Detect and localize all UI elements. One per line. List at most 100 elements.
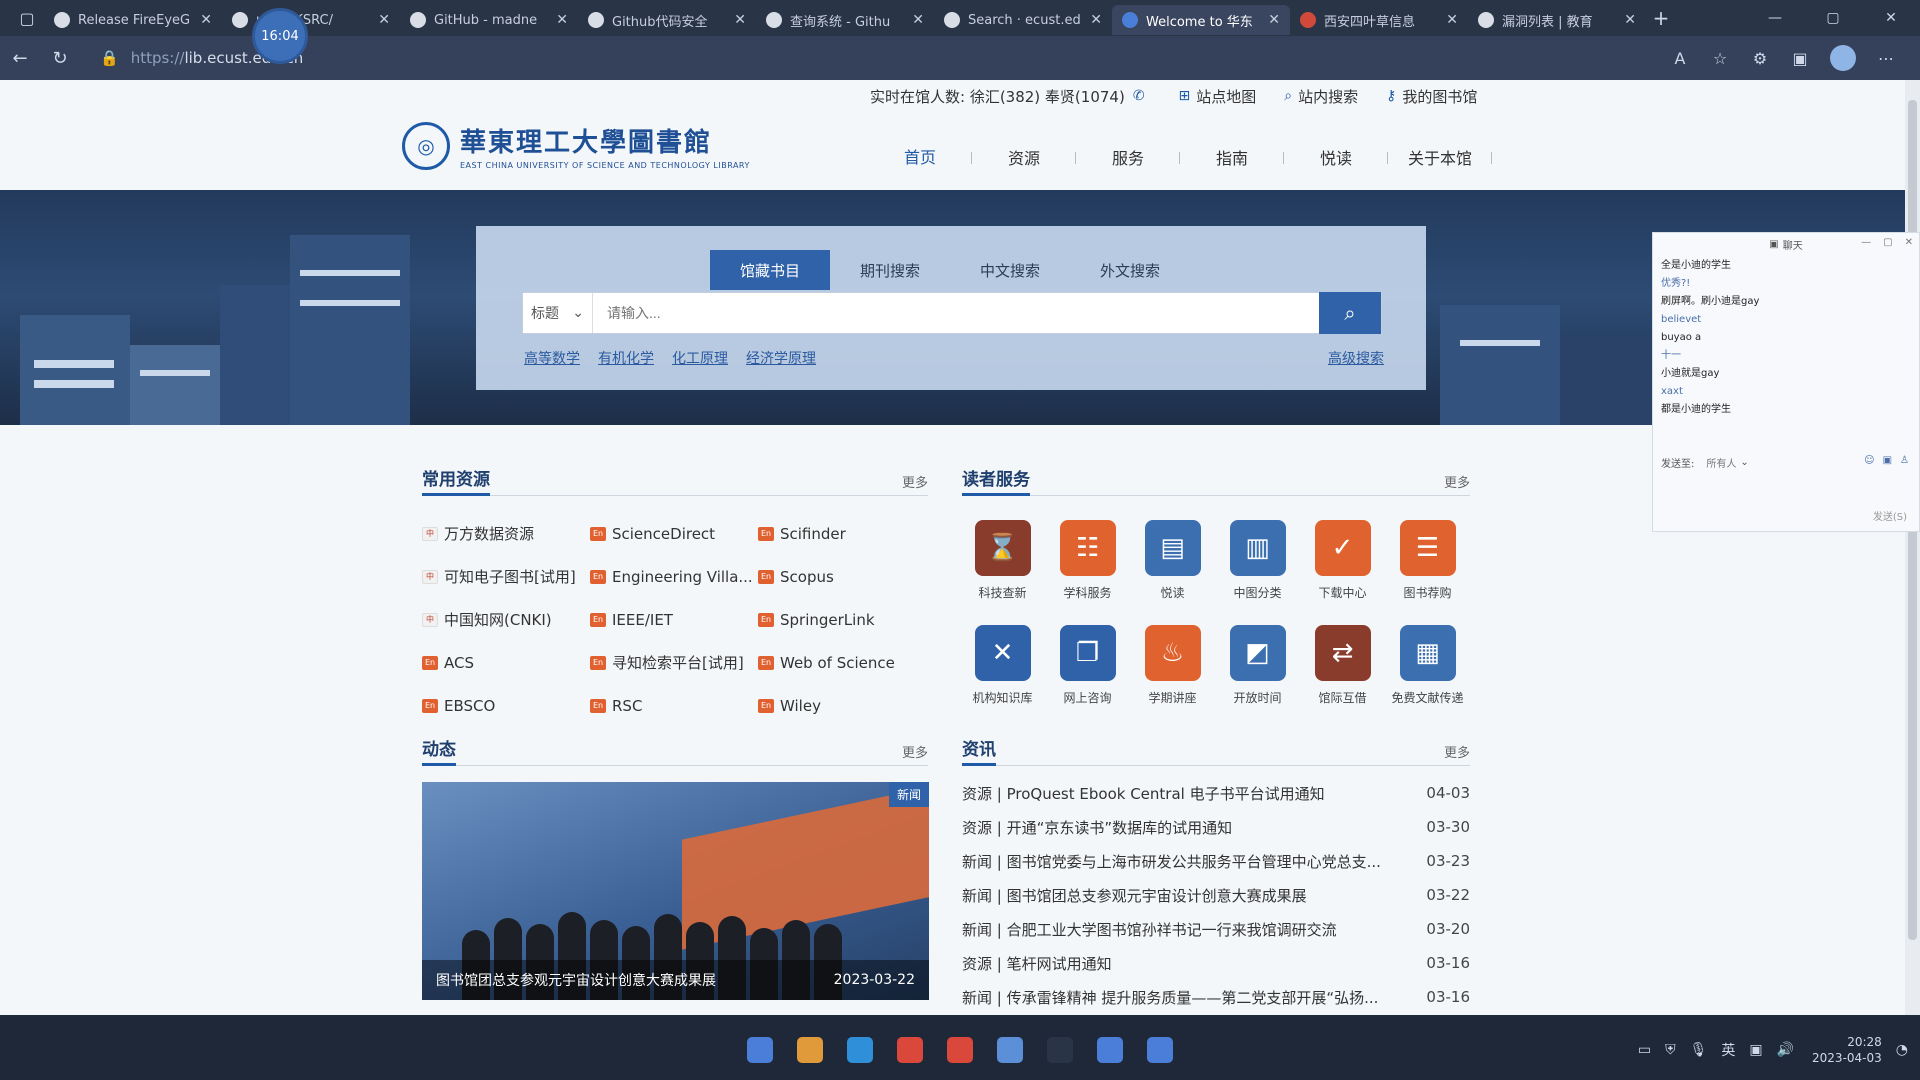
search-input[interactable] [593,293,1319,333]
my-library-link[interactable]: ⚷ 我的图书馆 [1386,86,1477,107]
search-button[interactable]: ⌕ [1319,292,1381,334]
service-item[interactable]: ☷ 学科服务 [1045,520,1130,625]
resource-link[interactable]: En Engineering Villa... [590,568,758,586]
quick-search-link[interactable]: 高等数学 [524,348,580,368]
taskbar-app-icon[interactable] [735,1027,785,1073]
notification-icon[interactable]: ◔ [1896,1042,1908,1058]
service-item[interactable]: ✕ 机构知识库 [960,625,1045,730]
service-item[interactable]: ◩ 开放时间 [1215,625,1300,730]
chat-recipient-select[interactable]: 所有人 [1706,455,1736,470]
service-item[interactable]: ✓ 下载中心 [1300,520,1385,625]
resource-link[interactable]: En Scopus [758,568,908,586]
taskbar-app-icon[interactable] [1135,1027,1185,1073]
library-logo[interactable]: ◎ 華東理工大學圖書館 EAST CHINA UNIVERSITY OF SCI… [402,122,750,170]
wechat-icon[interactable]: ✆ [1133,88,1145,104]
collections-icon[interactable]: ▣ [1780,49,1820,68]
search-tab[interactable]: 外文搜索 [1070,250,1190,290]
refresh-icon[interactable]: ↻ [40,38,80,78]
site-search-link[interactable]: ⌕ 站内搜索 [1284,86,1358,107]
chat-send-button[interactable]: 发送(S) [1873,508,1907,523]
search-tab[interactable]: 馆藏书目 [710,250,830,290]
quick-search-link[interactable]: 经济学原理 [746,348,816,368]
news-row[interactable]: 资源 | 笔杆网试用通知 03-16 [962,946,1470,980]
chat-tray-icon[interactable]: ▭ [1638,1042,1651,1058]
user-icon[interactable]: ♙ [1900,455,1909,466]
featured-news-card[interactable]: 新闻 图书馆团总支参观元宇宙设计创意大赛成果展 2023-03-22 [422,782,929,1000]
chat-close-icon[interactable]: ✕ [1905,237,1913,248]
emoji-icon[interactable]: ☺ [1864,455,1874,466]
taskbar-app-icon[interactable] [785,1027,835,1073]
service-item[interactable]: ⇄ 馆际互借 [1300,625,1385,730]
minimize-icon[interactable]: — [1746,0,1804,36]
volume-icon[interactable]: 🔊 [1777,1042,1794,1058]
advanced-search-link[interactable]: 高级搜索 [1328,348,1384,368]
browser-tab[interactable]: GitHub - madne ✕ [400,5,578,35]
microphone-icon[interactable]: 🎙 [1690,1042,1708,1058]
resource-link[interactable]: 中可知电子图书[试用] [422,566,590,587]
chat-minimize-icon[interactable]: — [1861,237,1871,248]
news-row[interactable]: 资源 | ProQuest Ebook Central 电子书平台试用通知 04-… [962,776,1470,810]
nav-item[interactable]: 指南 [1180,120,1284,194]
service-item[interactable]: ☰ 图书荐购 [1385,520,1470,625]
news-row[interactable]: 新闻 | 传承雷锋精神 提升服务质量——第二党支部开展“弘扬... 03-16 [962,980,1470,1014]
taskbar-app-icon[interactable] [1035,1027,1085,1073]
service-item[interactable]: ⌛ 科技查新 [960,520,1045,625]
resources-more-link[interactable]: 更多 [902,472,928,491]
quick-search-link[interactable]: 化工原理 [672,348,728,368]
close-tab-icon[interactable]: ✕ [912,12,924,28]
browser-tab[interactable]: Github代码安全 ✕ [578,5,756,35]
search-tab[interactable]: 期刊搜索 [830,250,950,290]
input-language[interactable]: 英 [1721,1040,1735,1060]
close-tab-icon[interactable]: ✕ [556,12,568,28]
close-tab-icon[interactable]: ✕ [378,12,390,28]
taskbar-app-icon[interactable] [935,1027,985,1073]
browser-tab[interactable]: 西安四叶草信息 ✕ [1290,5,1468,35]
browser-tab[interactable]: Search · ecust.ed ✕ [934,5,1112,35]
service-item[interactable]: ♨ 学期讲座 [1130,625,1215,730]
sitemap-link[interactable]: ⊞ 站点地图 [1179,86,1257,107]
resource-link[interactable]: En EBSCO [422,697,590,715]
news-row[interactable]: 新闻 | 图书馆党委与上海市研发公共服务平台管理中心党总支... 03-23 [962,844,1470,878]
quick-search-link[interactable]: 有机化学 [598,348,654,368]
shield-icon[interactable]: ⛨ [1665,1042,1676,1058]
taskbar-app-icon[interactable] [1085,1027,1135,1073]
news-row[interactable]: 新闻 | 图书馆团总支参观元宇宙设计创意大赛成果展 03-22 [962,878,1470,912]
nav-item[interactable]: 关于本馆 [1388,120,1492,194]
news-row[interactable]: 新闻 | 合肥工业大学图书馆孙祥书记一行来我馆调研交流 03-20 [962,912,1470,946]
extensions-icon[interactable]: ⚙ [1740,49,1780,68]
resource-link[interactable]: En ScienceDirect [590,525,758,543]
search-tab[interactable]: 中文搜索 [950,250,1070,290]
tab-actions-icon[interactable]: ▢ [10,4,44,32]
taskbar-app-icon[interactable] [885,1027,935,1073]
resource-link[interactable]: En RSC [590,697,758,715]
search-field-select[interactable]: 标题 ⌄ [523,293,593,333]
resource-link[interactable]: En Scifinder [758,525,908,543]
nav-item[interactable]: 首页 [868,120,972,194]
browser-tab[interactable]: 漏洞列表 | 教育 ✕ [1468,5,1646,35]
back-icon[interactable]: ← [0,38,40,78]
favorite-star-icon[interactable]: ☆ [1700,49,1740,68]
browser-tab[interactable]: 查询系统 - Githu ✕ [756,5,934,35]
resource-link[interactable]: 中中国知网(CNKI) [422,609,590,630]
screenshot-icon[interactable]: ▣ [1883,455,1892,466]
dynamic-more-link[interactable]: 更多 [902,742,928,761]
new-tab-button[interactable]: + [1646,3,1676,33]
read-aloud-icon[interactable]: A [1660,49,1700,68]
close-tab-icon[interactable]: ✕ [1624,12,1636,28]
close-tab-icon[interactable]: ✕ [1268,12,1280,28]
nav-item[interactable]: 服务 [1076,120,1180,194]
close-window-icon[interactable]: ✕ [1862,0,1920,36]
nav-item[interactable]: 资源 [972,120,1076,194]
more-menu-icon[interactable]: ⋯ [1866,49,1906,68]
resource-link[interactable]: En SpringerLink [758,611,908,629]
service-item[interactable]: ▤ 悦读 [1130,520,1215,625]
news-more-link[interactable]: 更多 [1444,742,1470,761]
nav-item[interactable]: 悦读 [1284,120,1388,194]
resource-link[interactable]: En Web of Science [758,654,908,672]
taskbar-app-icon[interactable] [985,1027,1035,1073]
news-row[interactable]: 资源 | 开通“京东读书”数据库的试用通知 03-30 [962,810,1470,844]
profile-avatar[interactable] [1830,45,1856,71]
browser-tab[interactable]: Welcome to 华东 ✕ [1112,5,1290,35]
close-tab-icon[interactable]: ✕ [200,12,212,28]
resource-link[interactable]: En Wiley [758,697,908,715]
